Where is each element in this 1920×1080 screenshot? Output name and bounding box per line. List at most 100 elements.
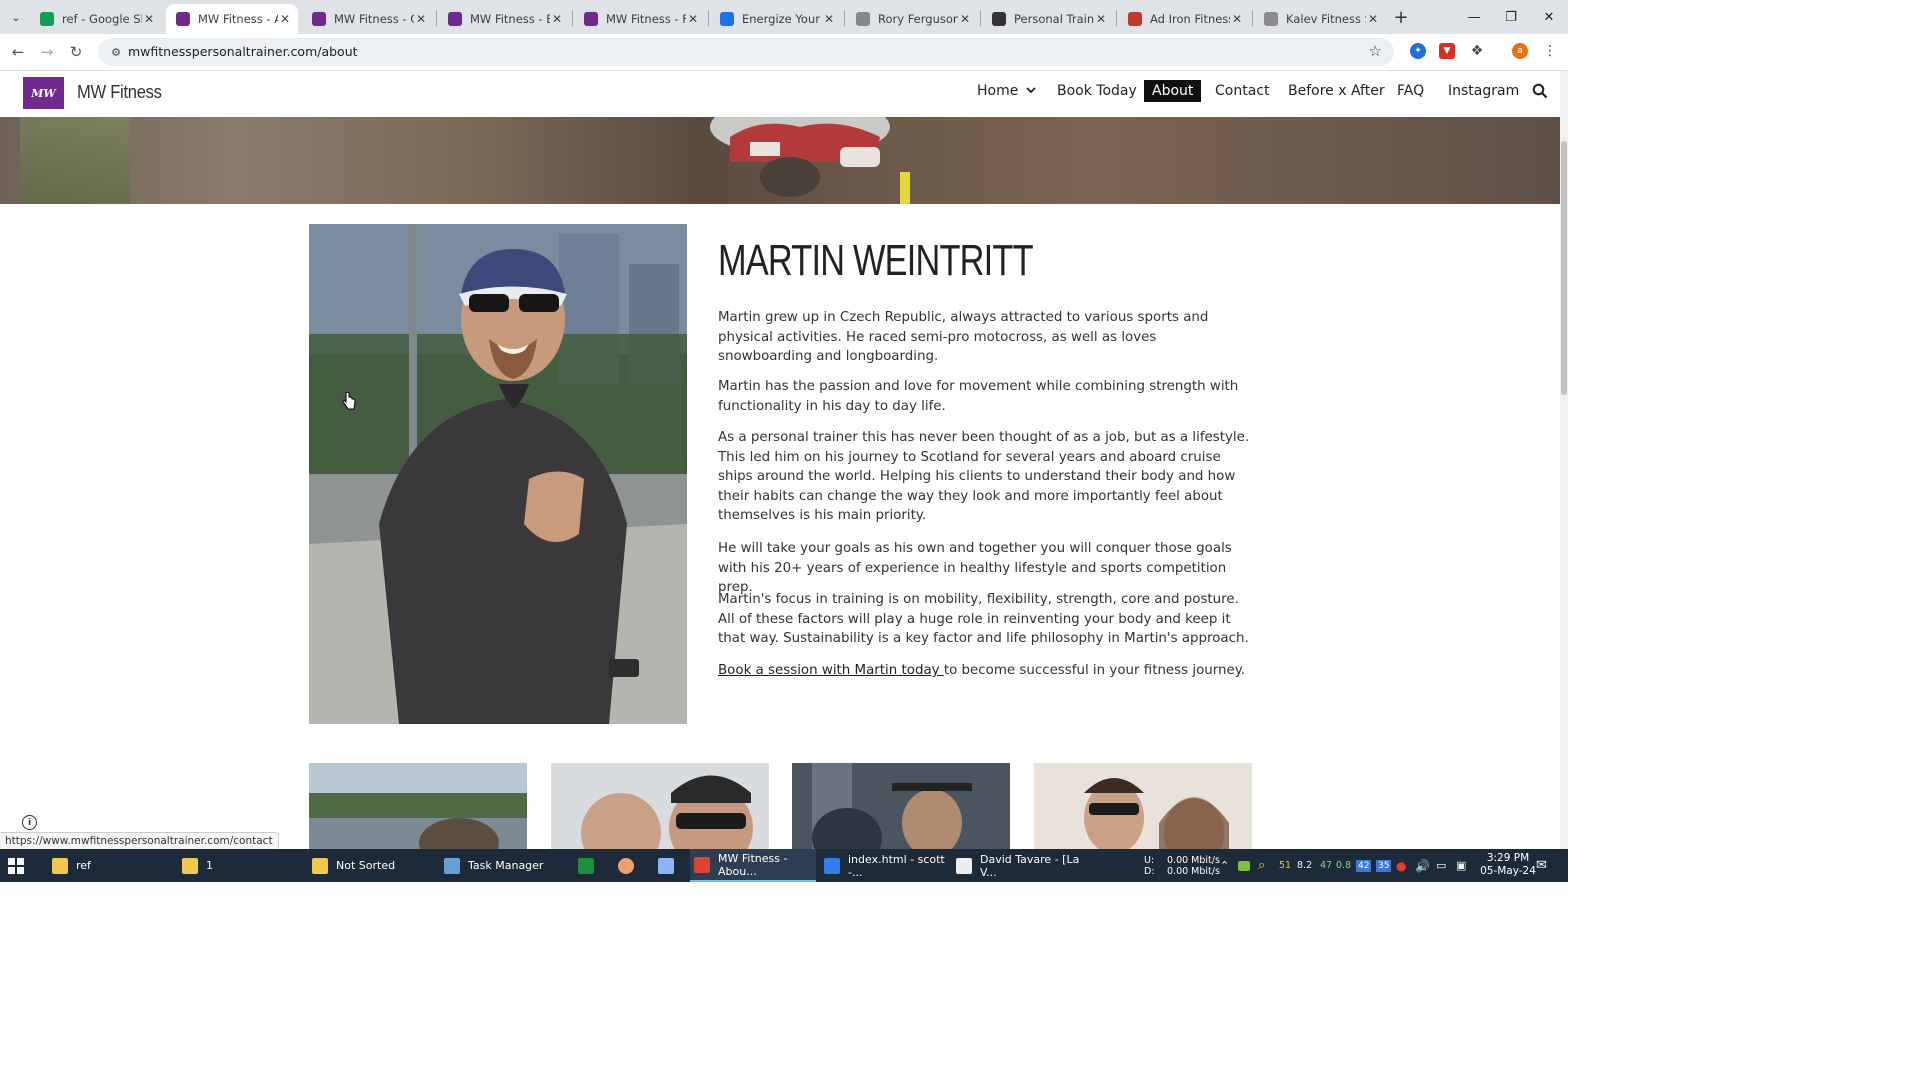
taskbar-app[interactable]: ref xyxy=(48,849,174,882)
tab-separator xyxy=(572,10,573,26)
site-info-icon[interactable]: ⚙ xyxy=(108,44,124,60)
tab-favicon-icon xyxy=(720,12,734,26)
browser-menu-icon[interactable]: ⋮ xyxy=(1542,43,1558,59)
page-scrollbar-thumb[interactable] xyxy=(1561,141,1567,395)
taskbar-app-icon xyxy=(694,856,710,873)
network-icon[interactable]: ▣ xyxy=(1456,849,1466,882)
battery-icon[interactable]: ▭ xyxy=(1436,849,1446,882)
tab-title: Personal Trainer V xyxy=(1014,12,1094,26)
taskbar-app[interactable]: MW Fitness - Abou... xyxy=(690,849,816,882)
tab-close-icon[interactable]: ✕ xyxy=(1366,12,1380,26)
browser-tab[interactable]: Kalev Fitness Solu✕ xyxy=(1254,4,1386,34)
tab-close-icon[interactable]: ✕ xyxy=(142,12,156,26)
tray-badge-icon[interactable]: 42 xyxy=(1356,849,1372,882)
taskbar-app[interactable]: Not Sorted xyxy=(308,849,434,882)
tab-close-icon[interactable]: ✕ xyxy=(278,12,292,26)
network-speed: 0.00 Mbit/s 0.00 Mbit/s xyxy=(1167,849,1220,882)
tab-close-icon[interactable]: ✕ xyxy=(1094,12,1108,26)
tab-close-icon[interactable]: ✕ xyxy=(550,12,564,26)
close-window-button[interactable]: ✕ xyxy=(1535,6,1563,28)
tab-title: Ad Iron Fitness xyxy=(1150,12,1230,26)
tab-title: MW Fitness - Con xyxy=(334,12,414,26)
tab-separator xyxy=(1252,10,1253,26)
net-up: 0.00 Mbit/s xyxy=(1167,854,1220,866)
nav-faq[interactable]: FAQ xyxy=(1397,83,1424,99)
browser-tab[interactable]: Rory Ferguson - P✕ xyxy=(846,4,978,34)
site-brand[interactable]: MW Fitness xyxy=(77,82,162,103)
browser-tab[interactable]: Energize Your Fitn✕ xyxy=(710,4,842,34)
taskbar-app-label: Not Sorted xyxy=(336,859,396,872)
browser-tab[interactable]: MW Fitness - FAQ✕ xyxy=(574,4,706,34)
app-icon[interactable] xyxy=(614,849,636,882)
search-tray-icon[interactable]: ⌕ xyxy=(1258,849,1265,882)
taskbar-app[interactable]: index.html - scott -... xyxy=(820,849,948,882)
book-session-link[interactable]: Book a session with Martin today xyxy=(718,663,944,678)
notifications-icon[interactable]: ✉ xyxy=(1536,849,1547,882)
taskbar-app[interactable]: David Tavare - [La V... xyxy=(952,849,1082,882)
browser-tab[interactable]: MW Fitness - Abo✕ xyxy=(166,4,298,34)
tab-separator xyxy=(980,10,981,26)
gallery-photo[interactable] xyxy=(1034,763,1252,849)
gallery-photo[interactable] xyxy=(792,763,1010,849)
tab-close-icon[interactable]: ✕ xyxy=(686,12,700,26)
new-tab-button[interactable]: + xyxy=(1391,7,1411,28)
hero-banner-image xyxy=(0,117,1560,204)
shield-extension-icon[interactable]: ▼ xyxy=(1439,43,1455,59)
start-button[interactable] xyxy=(8,849,32,882)
minimize-button[interactable]: — xyxy=(1460,6,1488,28)
browser-tab[interactable]: MW Fitness - Con✕ xyxy=(302,4,434,34)
tab-separator xyxy=(844,10,845,26)
taskbar-app[interactable]: 1 xyxy=(178,849,304,882)
restore-button[interactable]: ❐ xyxy=(1497,6,1525,28)
puzzle-extensions-icon[interactable]: ❖ xyxy=(1469,43,1485,59)
gallery-photo[interactable] xyxy=(551,763,769,849)
antivirus-tray-icon[interactable]: ● xyxy=(1396,849,1406,882)
tab-search-dropdown-icon[interactable]: ⌄ xyxy=(6,8,26,26)
search-icon[interactable] xyxy=(1532,83,1550,101)
tab-close-icon[interactable]: ✕ xyxy=(414,12,428,26)
back-button[interactable]: ← xyxy=(7,41,29,63)
tab-close-icon[interactable]: ✕ xyxy=(958,12,972,26)
taskbar-app[interactable]: Task Manager xyxy=(440,849,566,882)
tray-badge-icon[interactable]: 35 xyxy=(1376,849,1392,882)
tab-title: MW Fitness - Abo xyxy=(198,12,278,26)
taskbar-app-icon xyxy=(52,857,68,874)
nav-before-after[interactable]: Before x After xyxy=(1288,83,1385,99)
tray-stat-2: 8.2 xyxy=(1297,860,1313,871)
nav-instagram[interactable]: Instagram xyxy=(1448,83,1519,99)
book-session-suffix: to become successful in your fitness jou… xyxy=(943,663,1246,678)
bookmark-star-icon[interactable]: ☆ xyxy=(1369,42,1382,60)
browser-tab[interactable]: Ad Iron Fitness ✕ xyxy=(1118,4,1250,34)
address-bar[interactable]: ⚙ mwfitnesspersonaltrainer.com/about ☆ xyxy=(98,38,1394,66)
trainer-name-heading: MARTIN WEINTRITT xyxy=(718,236,1034,285)
tab-title: Rory Ferguson - P xyxy=(878,12,958,26)
profile-avatar[interactable]: a xyxy=(1512,43,1528,59)
tab-close-icon[interactable]: ✕ xyxy=(1230,12,1244,26)
browser-tab[interactable]: MW Fitness - Befo✕ xyxy=(438,4,570,34)
motocross-rider-image xyxy=(710,117,910,204)
reload-button[interactable]: ↻ xyxy=(65,41,87,63)
tab-close-icon[interactable]: ✕ xyxy=(822,12,836,26)
tab-title: Energize Your Fitn xyxy=(742,12,822,26)
nav-home[interactable]: Home xyxy=(977,83,1018,99)
taskbar-app-label: MW Fitness - Abou... xyxy=(718,851,788,878)
folder-tray-icon[interactable] xyxy=(1238,849,1252,882)
extension-icon[interactable]: ✦ xyxy=(1410,43,1426,59)
browser-tab[interactable]: Personal Trainer V✕ xyxy=(982,4,1114,34)
tray-expand-chevron-icon[interactable]: ⌃ xyxy=(1220,849,1229,882)
volume-icon[interactable]: 🔊 xyxy=(1415,849,1430,882)
notepad-icon[interactable] xyxy=(654,849,676,882)
address-url[interactable]: mwfitnesspersonaltrainer.com/about xyxy=(128,44,358,59)
clock-time: 3:29 PM xyxy=(1486,852,1530,864)
site-logo[interactable]: MW xyxy=(23,77,64,109)
nav-about[interactable]: About xyxy=(1144,80,1202,102)
forward-button[interactable]: → xyxy=(36,41,58,63)
browser-tab[interactable]: ref - Google Shee✕ xyxy=(30,4,162,34)
taskbar-clock[interactable]: 3:29 PM 05-May-24 xyxy=(1478,852,1538,878)
spreadsheet-app-icon[interactable] xyxy=(574,849,596,882)
nav-contact[interactable]: Contact xyxy=(1215,83,1269,99)
info-icon[interactable]: i xyxy=(22,815,37,830)
nav-book-today[interactable]: Book Today xyxy=(1057,83,1137,99)
gallery-photo[interactable] xyxy=(309,763,527,849)
home-submenu-chevron-icon[interactable] xyxy=(1025,84,1037,99)
